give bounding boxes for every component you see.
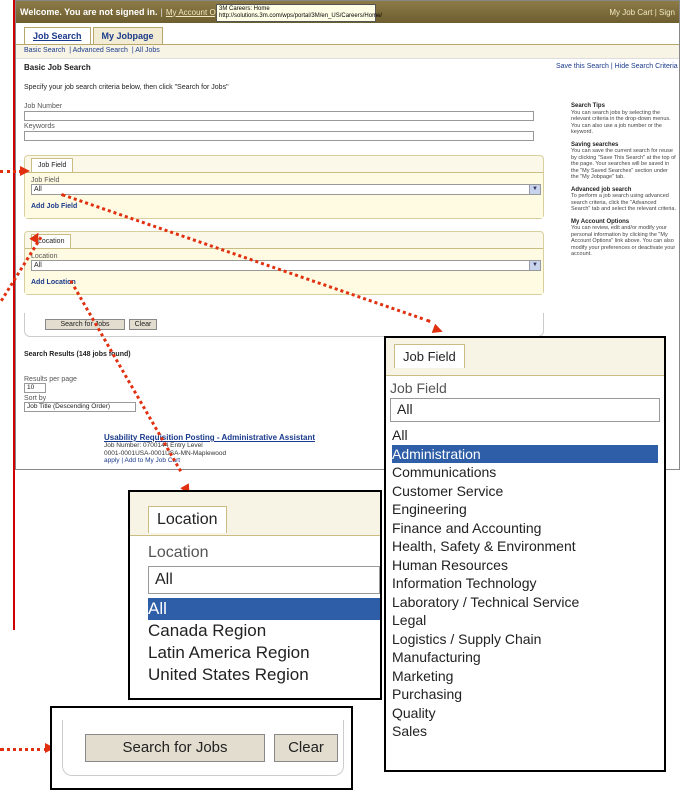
dropdown-option[interactable]: Purchasing [392, 685, 658, 704]
welcome-text: Welcome. You are not signed in. [20, 7, 158, 17]
callout-job-field-value: All [397, 401, 413, 417]
location-value: All [34, 262, 42, 269]
sub-nav: Basic Search | Advanced Search | All Jobs [16, 45, 679, 59]
job-field-select[interactable]: All ▼ [31, 184, 541, 195]
subnav-advanced[interactable]: Advanced Search [73, 47, 128, 54]
intro-text: Specify your job search criteria below, … [24, 84, 229, 91]
dropdown-option[interactable]: Customer Service [392, 482, 658, 501]
sort-select[interactable]: Job Title (Descending Order) [24, 402, 136, 412]
dropdown-option[interactable]: Sales [392, 722, 658, 741]
dropdown-option[interactable]: All [148, 598, 380, 620]
location-panel: Location Location All ▼ Add Location [24, 231, 544, 295]
dropdown-option[interactable]: Laboratory / Technical Service [392, 593, 658, 612]
dropdown-option[interactable]: Manufacturing [392, 648, 658, 667]
dropdown-option[interactable]: United States Region [148, 664, 380, 686]
callout-job-field-select[interactable]: All [390, 398, 660, 422]
job-number-label: Job Number [24, 103, 63, 110]
page-title: Basic Job Search [24, 63, 91, 72]
save-search-links[interactable]: Save this Search | Hide Search Criteria [556, 63, 678, 70]
tab-job-search[interactable]: Job Search [24, 27, 91, 44]
job-field-tab: Job Field [31, 158, 74, 172]
callout-location-tab: Location [148, 506, 227, 533]
results-header: Search Results (148 jobs found) [24, 351, 131, 358]
search-tips: Search Tips You can search jobs by selec… [571, 97, 676, 258]
tips-text: You can review, edit and/or modify your … [571, 225, 676, 257]
job-cart-link[interactable]: My Job Cart | Sign [609, 8, 675, 17]
keywords-label: Keywords [24, 123, 55, 130]
per-page-value: 10 [27, 384, 35, 391]
dropdown-option[interactable]: Logistics / Supply Chain [392, 630, 658, 649]
dropdown-option[interactable]: Health, Safety & Environment [392, 537, 658, 556]
keywords-input[interactable] [24, 131, 534, 141]
dropdown-option[interactable]: Human Resources [392, 556, 658, 575]
callout-location-select[interactable]: All [148, 566, 380, 594]
buttons-callout: Search for Jobs Clear [50, 706, 353, 790]
callout-job-field-tab: Job Field [394, 344, 465, 368]
callout-job-field-label: Job Field [390, 380, 447, 396]
job-location-text: 0001-0001USA-0001USA-MN-Maplewood [104, 449, 227, 457]
callout-clear-button[interactable]: Clear [274, 734, 338, 762]
job-title-link[interactable]: Usability Requisition Posting - Administ… [104, 433, 315, 442]
chevron-down-icon[interactable]: ▼ [529, 185, 540, 194]
callout-location-label: Location [148, 544, 209, 561]
tips-text: You can search jobs by selecting the rel… [571, 109, 671, 136]
location-callout: Location Location All All Canada Region La… [128, 490, 382, 700]
search-results: Search Results (148 jobs found) Results … [24, 351, 136, 412]
job-number-input[interactable] [24, 111, 534, 121]
subnav-all-jobs[interactable]: All Jobs [135, 47, 160, 54]
dropdown-option[interactable]: Finance and Accounting [392, 519, 658, 538]
dropdown-option[interactable]: Administration [392, 444, 658, 463]
dropdown-option[interactable]: Canada Region [148, 620, 380, 642]
per-page-select[interactable]: 10 [24, 383, 46, 393]
dropdown-option[interactable]: Legal [392, 611, 658, 630]
job-field-value: All [34, 186, 42, 193]
sort-label: Sort by [24, 395, 47, 402]
link-tooltip: 3M Careers: Home http://solutions.3m.com… [216, 4, 383, 22]
dropdown-option[interactable]: Latin America Region [148, 642, 380, 664]
location-options: All Canada Region Latin America Region Unit… [148, 598, 380, 686]
add-location-link[interactable]: Add Location [31, 279, 537, 286]
tooltip-title: 3M Careers: Home [219, 6, 270, 12]
dropdown-option[interactable]: Communications [392, 463, 658, 482]
search-form: Basic Job Search Specify your job search… [24, 63, 564, 295]
main-tabs: Job Search My Jobpage [16, 23, 679, 45]
callout-search-button[interactable]: Search for Jobs [85, 734, 265, 762]
job-field-label: Job Field [31, 177, 60, 184]
clear-button[interactable]: Clear [129, 319, 157, 330]
dropdown-option[interactable]: Information Technology [392, 574, 658, 593]
tips-text: You can save the current search for reus… [571, 148, 676, 180]
dropdown-option[interactable]: All [392, 426, 658, 445]
chevron-down-icon[interactable]: ▼ [529, 261, 540, 270]
connector-job-field [0, 170, 22, 173]
job-actions-links[interactable]: apply | Add to My Job Cart [104, 457, 226, 465]
red-guide-line [0, 0, 15, 630]
tooltip-url: http://solutions.3m.com/wps/portal/3M/en… [219, 13, 383, 19]
dropdown-option[interactable]: Quality [392, 704, 658, 723]
location-label: Location [31, 253, 58, 260]
tab-my-jobpage[interactable]: My Jobpage [92, 27, 163, 44]
sort-value: Job Title (Descending Order) [27, 403, 111, 410]
job-field-callout: Job Field Job Field All All Administratio… [384, 336, 666, 772]
tips-text: To perform a job search using advanced s… [571, 193, 676, 212]
dropdown-option[interactable]: Engineering [392, 500, 658, 519]
dropdown-option[interactable]: Marketing [392, 667, 658, 686]
callout-location-value: All [155, 571, 173, 588]
connector-buttons [0, 748, 48, 751]
search-button[interactable]: Search for Jobs [45, 319, 125, 330]
subnav-basic[interactable]: Basic Search [24, 47, 65, 54]
job-field-options: All Administration Communications Customer … [390, 426, 660, 741]
per-page-label: Results per page [24, 376, 77, 383]
